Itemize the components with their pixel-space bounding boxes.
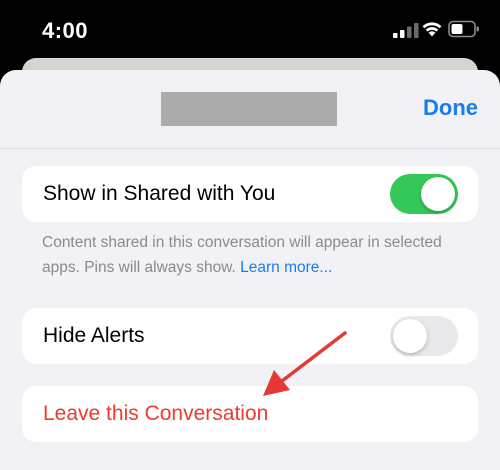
redacted-conversation-title (161, 92, 337, 126)
shared-with-you-row: Show in Shared with You (22, 166, 478, 222)
leave-conversation-button[interactable]: Leave this Conversation (43, 402, 268, 426)
shared-with-you-group: Show in Shared with You (22, 166, 478, 222)
details-sheet: Done Show in Shared with You Content sha… (0, 70, 500, 470)
done-button[interactable]: Done (423, 95, 478, 121)
shared-with-you-label: Show in Shared with You (43, 182, 276, 205)
shared-with-you-footnote: Content shared in this conversation will… (42, 230, 462, 280)
status-time: 4:00 (42, 18, 89, 43)
leave-conversation-row[interactable]: Leave this Conversation (22, 386, 478, 442)
learn-more-link[interactable]: Learn more... (240, 259, 332, 276)
wifi-icon (422, 22, 442, 37)
shared-with-you-toggle[interactable] (390, 174, 458, 214)
hide-alerts-label: Hide Alerts (43, 324, 145, 347)
battery-icon (448, 20, 479, 38)
sheet-header: Done (0, 70, 500, 149)
hide-alerts-toggle[interactable] (390, 316, 458, 356)
status-bar: 4:00 (0, 0, 500, 60)
leave-conversation-group: Leave this Conversation (22, 386, 478, 442)
signal-icon (393, 23, 419, 38)
hide-alerts-group: Hide Alerts (22, 308, 478, 364)
hide-alerts-row: Hide Alerts (22, 308, 478, 364)
toggle-knob (421, 177, 455, 211)
toggle-knob (393, 319, 427, 353)
